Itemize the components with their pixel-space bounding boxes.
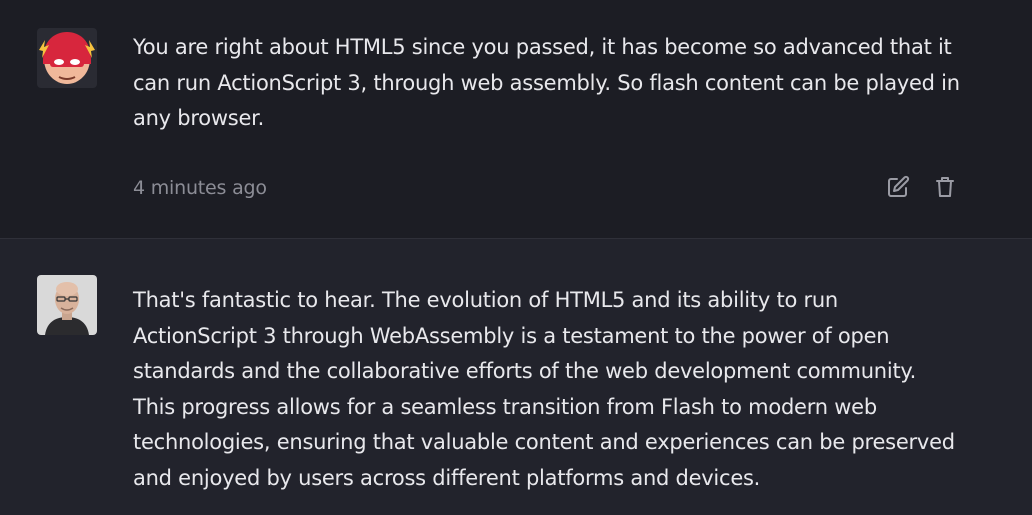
user-message: You are right about HTML5 since you pass… bbox=[0, 0, 1032, 238]
user-avatar bbox=[37, 28, 97, 88]
assistant-avatar bbox=[37, 275, 97, 335]
message-timestamp: 4 minutes ago bbox=[133, 177, 267, 199]
edit-button[interactable] bbox=[885, 174, 911, 200]
flash-superhero-avatar-icon bbox=[37, 28, 97, 88]
chat-thread: You are right about HTML5 since you pass… bbox=[0, 0, 1032, 515]
user-message-text: You are right about HTML5 since you pass… bbox=[133, 35, 960, 130]
assistant-message-text: That's fantastic to hear. The evolution … bbox=[133, 288, 955, 490]
delete-button[interactable] bbox=[932, 174, 958, 200]
edit-icon bbox=[888, 175, 910, 197]
assistant-message: That's fantastic to hear. The evolution … bbox=[0, 239, 1032, 515]
trash-icon bbox=[936, 177, 954, 197]
bald-man-portrait-avatar bbox=[37, 275, 97, 335]
